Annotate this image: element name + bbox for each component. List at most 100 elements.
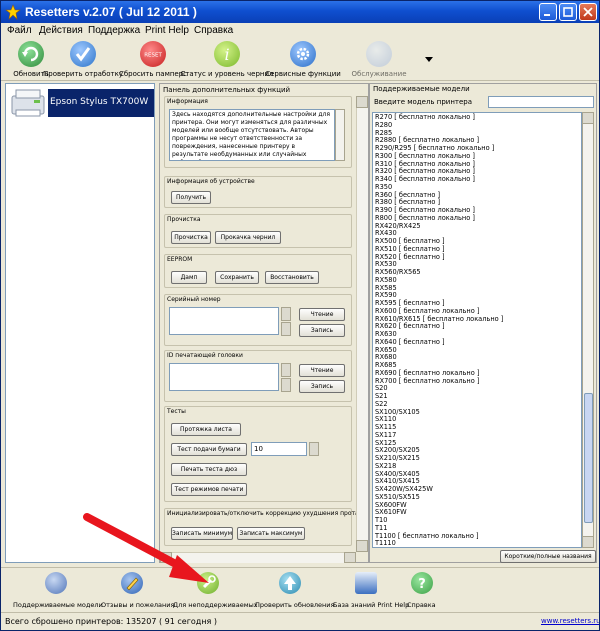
paper-feed-spinner[interactable] — [309, 442, 319, 456]
printer-item[interactable]: Epson Stylus TX700W — [8, 86, 154, 120]
printer-list: Epson Stylus TX700W — [5, 83, 155, 563]
title-bar: Resetters v.2.07 ( Jul 12 2011 ) — [1, 1, 599, 23]
model-list-item[interactable]: RX585 — [375, 284, 579, 293]
close-icon — [583, 7, 593, 17]
model-list-item[interactable]: RX520 [ бесплатно ] — [375, 253, 579, 262]
restore-button[interactable]: Восстановить — [265, 271, 319, 284]
model-list-item[interactable]: RX650 — [375, 346, 579, 355]
eeprom-save-button[interactable]: Сохранить — [215, 271, 259, 284]
scroll-up-arrow[interactable] — [356, 96, 368, 108]
model-list-item[interactable]: RX560/RX565 — [375, 268, 579, 277]
model-list-item[interactable]: RX700 [ бесплатно локально ] — [375, 377, 579, 386]
main-toolbar: Обновить Проверить отработку RESET Сброс… — [1, 39, 599, 81]
model-search-input[interactable] — [488, 96, 594, 108]
head-id-group: ID печатающей головки Чтение Запись — [164, 350, 352, 402]
menu-actions[interactable]: Действия — [39, 25, 83, 36]
write-max-button[interactable]: Записать максимум — [237, 527, 305, 540]
head-id-down-arrow[interactable] — [281, 378, 291, 392]
model-list-item[interactable]: RX580 — [375, 276, 579, 285]
model-list-item[interactable]: SX210/SX215 — [375, 454, 579, 463]
model-list-item[interactable]: R340 [ бесплатно локально ] — [375, 175, 579, 184]
cleaning-title: Прочистка — [167, 216, 201, 223]
serial-number-group: Серийный номер Чтение Запись — [164, 294, 352, 346]
serial-write-button[interactable]: Запись — [299, 324, 345, 337]
website-link[interactable]: www.resetters.ru — [541, 617, 599, 625]
knowledge-base-button[interactable]: База знаний Print Help — [333, 568, 409, 612]
models-scrollbar[interactable] — [582, 112, 594, 548]
model-list-item[interactable]: R270 [ бесплатно локально ] — [375, 113, 579, 122]
checkmark-icon — [70, 41, 96, 67]
paper-feed-test-button[interactable]: Тест подачи бумаги — [171, 443, 247, 456]
check-updates-label: Проверить обновления — [255, 601, 335, 609]
minimize-icon — [544, 14, 550, 16]
model-list-item[interactable]: SX100/SX105 — [375, 408, 579, 417]
printer-stack-icon — [45, 572, 67, 594]
maximize-icon — [563, 7, 573, 17]
functions-vertical-scrollbar[interactable] — [356, 96, 368, 552]
info-scrollbar[interactable] — [335, 109, 345, 161]
models-scroll-down-arrow[interactable] — [582, 536, 594, 548]
check-updates-button[interactable]: Проверить обновления — [253, 568, 335, 612]
model-list-item[interactable]: SX117 — [375, 431, 579, 440]
scroll-right-arrow[interactable] — [344, 552, 356, 563]
status-ink-button[interactable]: i Статус и уровень чернил — [180, 39, 274, 81]
model-list-item[interactable]: T1100 [ бесплатно локально ] — [375, 532, 579, 541]
supported-models-label: Поддерживаемые модели — [13, 601, 103, 609]
model-list-item[interactable]: RX680 — [375, 353, 579, 362]
minimize-button[interactable] — [539, 3, 557, 21]
svg-text:RESET: RESET — [144, 53, 162, 59]
nozzle-test-button[interactable]: Печать теста дюз — [171, 463, 247, 476]
maintenance-button[interactable]: Обслуживание — [341, 39, 417, 81]
dump-button[interactable]: Дамп — [171, 271, 207, 284]
functions-panel-title: Панель дополнительных функций — [163, 86, 291, 94]
menu-print-help[interactable]: Print Help — [145, 25, 189, 36]
info-icon: i — [214, 41, 240, 67]
paper-feed-value-field[interactable]: 10 — [251, 442, 307, 456]
globe-icon — [366, 41, 392, 67]
help-button[interactable]: ? Справка — [405, 568, 441, 612]
window-title: Resetters v.2.07 ( Jul 12 2011 ) — [25, 5, 197, 19]
ink-flush-button[interactable]: Прокачка чернил — [215, 231, 281, 244]
head-id-up-arrow[interactable] — [281, 363, 291, 377]
info-group: Информация Здесь находятся дополнительны… — [164, 96, 352, 168]
models-list[interactable]: R270 [ бесплатно локально ] R280 R285 R2880… — [372, 112, 582, 548]
model-list-item[interactable]: T1110 — [375, 539, 579, 547]
menu-help[interactable]: Справка — [194, 25, 233, 36]
serial-down-arrow[interactable] — [281, 322, 291, 336]
model-list-item[interactable]: RX640 [ бесплатно ] — [375, 338, 579, 347]
help-label: Справка — [407, 601, 436, 609]
model-list-item[interactable]: R280 — [375, 121, 579, 130]
model-list-item[interactable]: T10 — [375, 516, 579, 525]
serial-read-button[interactable]: Чтение — [299, 308, 345, 321]
maximize-button[interactable] — [559, 3, 577, 21]
cleaning-button[interactable]: Прочистка — [171, 231, 211, 244]
model-list-item[interactable]: SX110 — [375, 415, 579, 424]
sheet-feed-button[interactable]: Протяжка листа — [171, 423, 241, 436]
serial-up-arrow[interactable] — [281, 307, 291, 321]
menu-file[interactable]: Файл — [7, 25, 32, 36]
eeprom-title: EEPROM — [167, 256, 193, 263]
model-list-item[interactable]: S20 — [375, 384, 579, 393]
menu-support[interactable]: Поддержка — [88, 25, 140, 36]
model-list-item[interactable]: SX610FW — [375, 508, 579, 517]
models-scroll-up-arrow[interactable] — [582, 112, 594, 124]
model-list-item[interactable]: RX620 [ бесплатно ] — [375, 322, 579, 331]
head-id-write-button[interactable]: Запись — [299, 380, 345, 393]
get-button[interactable]: Получить — [171, 191, 211, 204]
service-functions-button[interactable]: Сервисные функции — [265, 39, 341, 81]
close-button[interactable] — [579, 3, 597, 21]
models-scroll-thumb[interactable] — [584, 393, 593, 523]
toolbar-overflow-icon[interactable] — [425, 57, 433, 63]
short-full-names-button[interactable]: Короткие/полные названия — [500, 550, 596, 563]
head-id-field[interactable] — [169, 363, 279, 391]
scroll-down-arrow[interactable] — [356, 540, 368, 552]
model-list-item[interactable]: RX420/RX425 — [375, 222, 579, 231]
print-modes-test-button[interactable]: Тест режимов печати — [171, 483, 247, 496]
serial-number-field[interactable] — [169, 307, 279, 335]
app-window: Resetters v.2.07 ( Jul 12 2011 ) Файл Де… — [0, 0, 600, 631]
model-search-label: Введите модель принтера — [374, 98, 473, 106]
model-list-item[interactable]: SX115 — [375, 423, 579, 432]
model-list-item[interactable]: S21 — [375, 392, 579, 401]
svg-text:i: i — [224, 45, 229, 64]
head-id-read-button[interactable]: Чтение — [299, 364, 345, 377]
